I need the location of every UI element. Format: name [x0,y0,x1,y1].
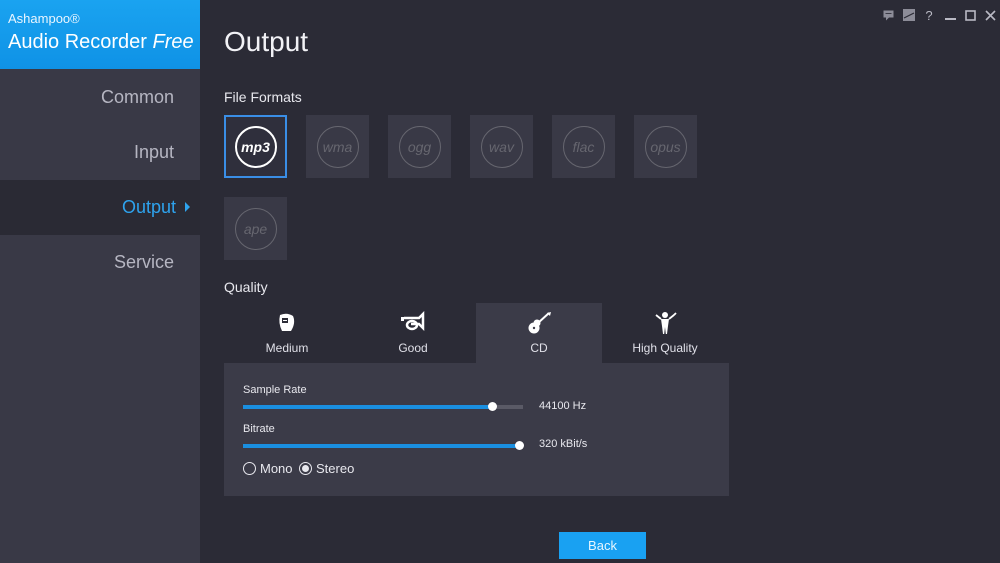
sample-rate-label: Sample Rate [243,384,307,396]
sidebar-item-output[interactable]: Output [0,180,200,235]
stereo-radio[interactable]: Stereo [299,461,354,476]
format-wav-label: wav [480,125,523,168]
help-button[interactable]: ? [921,7,937,23]
tab-medium[interactable]: Medium [224,303,350,363]
bitrate-slider-thumb[interactable] [515,441,524,450]
sidebar-item-label: Service [113,252,174,272]
sidebar-item-label: Output [121,197,176,217]
file-formats-heading: File Formats [224,89,302,105]
sidebar-item-common[interactable]: Common [0,70,200,125]
edit-button[interactable] [901,7,917,23]
format-wma[interactable]: wma [306,115,369,178]
quality-tabs: Medium Good CD High Quality [224,303,729,363]
format-mp3-label: mp3 [234,125,277,168]
format-ape-label: ape [234,207,277,250]
bitrate-slider-fill [243,444,519,448]
tab-cd[interactable]: CD [476,303,602,363]
horn-icon [350,311,476,335]
mono-radio[interactable]: Mono [243,461,293,476]
feedback-button[interactable] [880,7,896,23]
format-wav[interactable]: wav [470,115,533,178]
brand-product: Audio Recorder Free [8,31,194,54]
stereo-radio-label: Stereo [316,461,355,476]
format-flac[interactable]: flac [552,115,615,178]
help-icon: ? [925,7,933,23]
page-title: Output [224,26,309,57]
format-ogg-label: ogg [398,125,441,168]
format-ape[interactable]: ape [224,197,287,260]
tab-good[interactable]: Good [350,303,476,363]
brand-company: Ashampoo® [8,11,80,26]
format-opus[interactable]: opus [634,115,697,178]
bitrate-slider[interactable] [243,441,524,450]
sidebar-item-label: Common [100,87,174,107]
maximize-button[interactable] [962,7,978,23]
bitrate-value: 320 kBit/s [539,438,588,450]
guitar-icon [476,311,602,335]
brand-edition: Free [152,31,194,53]
maximize-icon [964,9,976,21]
sidebar-item-service[interactable]: Service [0,235,200,290]
sample-rate-slider-thumb[interactable] [488,402,498,411]
conductor-icon [602,311,728,335]
format-mp3[interactable]: mp3 [224,115,287,178]
close-button[interactable] [982,7,998,23]
quality-settings-panel: Sample Rate 44100 Hz Bitrate 320 kBit/s … [224,363,729,496]
tab-high-quality[interactable]: High Quality [602,303,728,363]
caret-right-icon [185,202,190,213]
quality-heading: Quality [224,279,268,295]
sidebar-item-label: Input [133,142,174,162]
format-flac-label: flac [562,125,605,168]
edit-icon [903,9,915,21]
mono-radio-circle[interactable] [243,462,256,475]
mono-radio-label: Mono [260,461,293,476]
tab-medium-label: Medium [265,341,309,355]
minimize-icon [944,17,956,20]
minimize-button[interactable] [942,7,958,23]
tape-icon [224,311,350,335]
sample-rate-slider-fill [243,405,493,409]
sidebar-item-input[interactable]: Input [0,125,200,180]
feedback-icon [883,10,893,20]
bitrate-label: Bitrate [243,423,275,435]
back-button[interactable]: Back [559,532,646,559]
sidebar: Ashampoo® Audio Recorder Free Common Inp… [0,0,200,563]
format-wma-label: wma [316,125,359,168]
close-icon [984,9,996,21]
app-brand: Ashampoo® Audio Recorder Free [0,0,200,69]
format-ogg[interactable]: ogg [388,115,451,178]
format-opus-label: opus [644,125,687,168]
stereo-radio-circle[interactable] [299,462,312,475]
tab-good-label: Good [398,341,428,355]
tab-cd-label: CD [530,341,548,355]
brand-product-name: Audio Recorder [8,31,153,53]
sample-rate-value: 44100 Hz [539,400,587,412]
tab-high-quality-label: High Quality [632,341,698,355]
sample-rate-slider[interactable] [243,402,523,411]
